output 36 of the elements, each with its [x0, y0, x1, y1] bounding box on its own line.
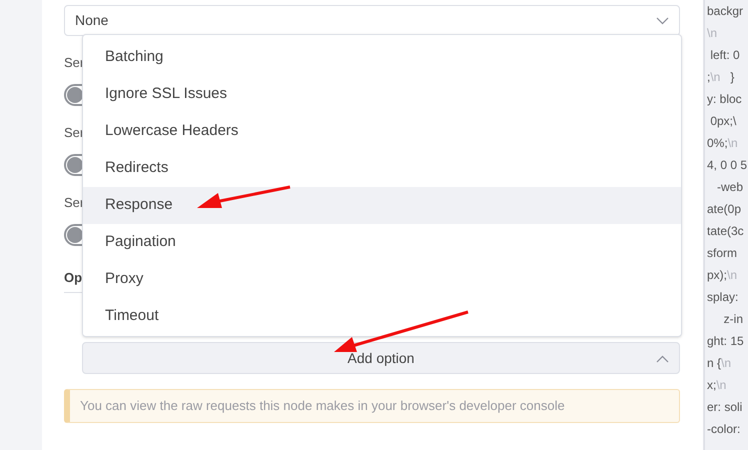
options-heading: Op: [64, 270, 82, 285]
setting-label: Ser: [64, 55, 84, 71]
code-line: z-in: [722, 311, 744, 328]
code-line: left: 0: [709, 47, 740, 64]
setting-label: Ser: [64, 195, 84, 211]
setting-label: Ser: [64, 125, 84, 141]
dropdown-item[interactable]: Redirects: [83, 150, 681, 187]
code-line: 0%;\n: [707, 135, 738, 152]
dropdown-item[interactable]: Lowercase Headers: [83, 113, 681, 150]
dropdown-item[interactable]: Batching: [83, 39, 681, 76]
code-line: ght: 15: [707, 333, 744, 350]
code-line: px);\n: [707, 267, 738, 284]
dropdown-item[interactable]: Response: [83, 187, 681, 224]
code-line: \n: [707, 25, 718, 42]
dropdown-item[interactable]: Timeout: [83, 298, 681, 335]
dropdown-item[interactable]: Ignore SSL Issues: [83, 76, 681, 113]
code-line: splay:: [707, 289, 740, 306]
code-line: -web: [716, 179, 744, 196]
code-line: n {\n: [707, 355, 732, 372]
code-line: tate(3c: [707, 223, 744, 240]
dropdown-item[interactable]: Proxy: [83, 261, 681, 298]
info-notice: You can view the raw requests this node makes in your browser's developer console: [64, 389, 680, 423]
dropdown-item[interactable]: Pagination: [83, 224, 681, 261]
code-line: ;\n }: [707, 69, 734, 86]
code-line: y: bloc: [707, 91, 742, 108]
add-option-button[interactable]: Add option: [82, 342, 680, 374]
code-line: backgr: [707, 3, 744, 20]
code-line: x;\n: [707, 377, 726, 394]
code-line: -color:: [707, 421, 740, 438]
chevron-down-icon: [656, 16, 669, 24]
code-line: 0px;\: [709, 113, 736, 130]
code-line: er: soli: [707, 399, 742, 416]
chevron-up-icon: [656, 355, 669, 363]
code-line: sform: [707, 245, 737, 262]
code-line: ate(0p: [707, 201, 742, 218]
code-line: 4, 0 0 5: [707, 157, 748, 174]
